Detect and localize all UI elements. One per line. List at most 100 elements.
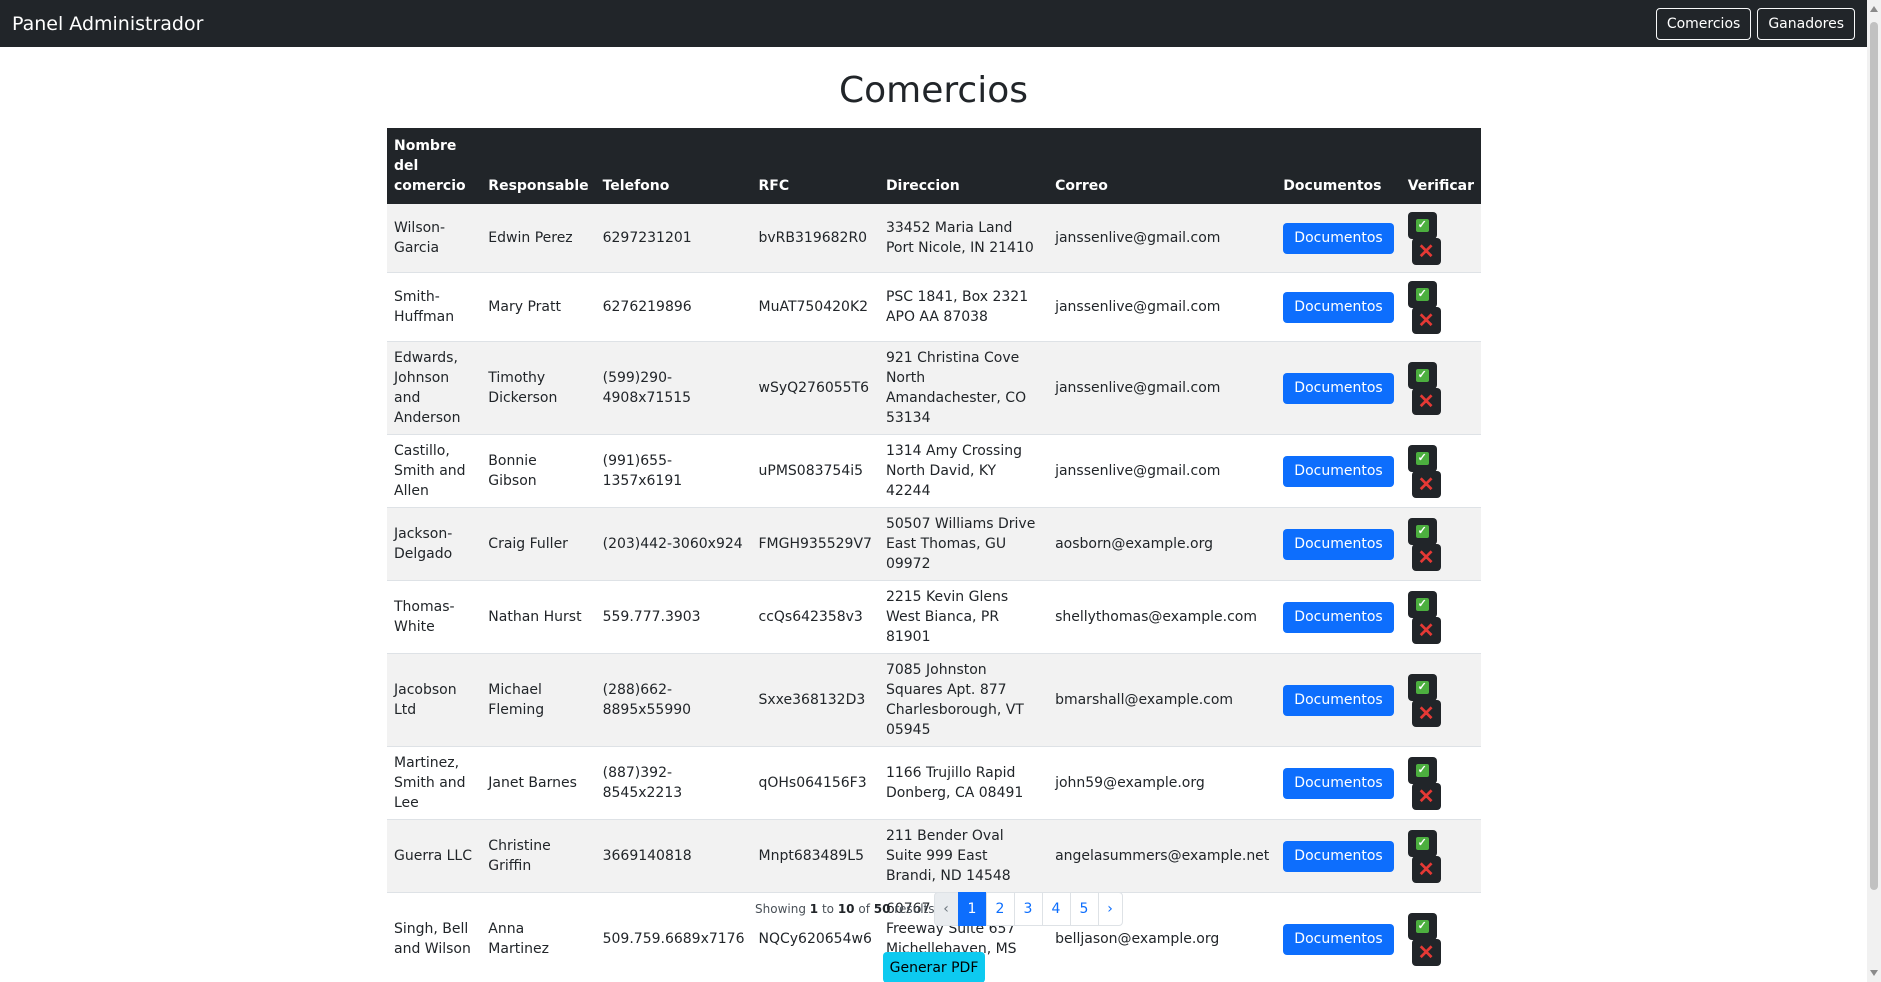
cell-correo: aosborn@example.org [1055,536,1214,552]
reject-button[interactable]: ✕ [1411,471,1441,498]
page-5-button[interactable]: 5 [1069,892,1099,926]
cell-verificar: ✓ ✕ [1401,654,1481,747]
cell-correo: janssenlive@gmail.com [1055,463,1221,479]
cell-rfc: FMGH935529V7 [758,536,872,552]
cell-correo: bmarshall@example.com [1055,692,1234,708]
verify-actions: ✓ ✕ [1407,672,1448,728]
cell-correo: janssenlive@gmail.com [1055,380,1221,396]
comercios-table: Nombre del comercio Responsable Telefono… [387,128,1481,982]
approve-button[interactable]: ✓ [1407,674,1437,701]
documentos-button[interactable]: Documentos [1283,372,1394,404]
verify-actions: ✓ ✕ [1407,589,1448,645]
approve-button[interactable]: ✓ [1407,281,1437,308]
documentos-button[interactable]: Documentos [1283,222,1394,254]
approve-button[interactable]: ✓ [1407,830,1437,857]
cell-telefono: (203)442-3060x924 [602,536,743,552]
cell-verificar: ✓ ✕ [1401,273,1481,342]
cell-responsable: Craig Fuller [488,536,568,552]
page-3-button[interactable]: 3 [1013,892,1043,926]
reject-button[interactable]: ✕ [1411,939,1441,966]
approve-button[interactable]: ✓ [1407,913,1437,940]
cell-direccion: 7085 Johnston Squares Apt. 877 Charlesbo… [885,662,1024,738]
nav-comercios-button[interactable]: Comercios [1655,7,1752,40]
cell-verificar: ✓ ✕ [1401,508,1481,581]
documentos-button[interactable]: Documentos [1283,767,1394,799]
cross-mark-icon: ✕ [1417,941,1435,964]
cell-rfc: uPMS083754i5 [758,463,864,479]
table-row: Jacobson Ltd Michael Fleming (288)662-8895… [387,653,1481,747]
cell-direccion: 50507 Williams Drive East Thomas, GU 099… [885,516,1036,572]
documentos-button[interactable]: Documentos [1283,601,1394,633]
verify-actions: ✓ ✕ [1407,210,1448,266]
scroll-up-arrow-icon[interactable] [1870,6,1878,12]
cell-rfc: Mnpt683489L5 [758,848,864,864]
page-list: ‹ 1 2 3 4 5 › [933,892,1123,926]
header-direccion: Direccion [885,178,960,194]
cross-mark-icon: ✕ [1417,619,1435,642]
cell-nombre: Wilson-Garcia [394,220,446,256]
scroll-thumb[interactable] [1870,22,1878,890]
reject-button[interactable]: ✕ [1411,700,1441,727]
cross-mark-icon: ✕ [1417,546,1435,569]
documentos-button[interactable]: Documentos [1283,840,1394,872]
cross-mark-icon: ✕ [1417,785,1435,808]
cell-telefono: (288)662-8895x55990 [602,682,692,718]
navbar-brand[interactable]: Panel Administrador [12,13,203,35]
approve-button[interactable]: ✓ [1407,518,1437,545]
page-prev-button[interactable]: ‹ [933,892,959,926]
page-next-button[interactable]: › [1097,892,1123,926]
reject-button[interactable]: ✕ [1411,856,1441,883]
approve-button[interactable]: ✓ [1407,591,1437,618]
cell-correo: john59@example.org [1055,775,1205,791]
documentos-button[interactable]: Documentos [1283,291,1394,323]
page-1-button[interactable]: 1 [957,892,987,926]
cell-rfc: wSyQ276055T6 [758,380,870,396]
check-mark-icon: ✓ [1415,764,1429,777]
check-mark-icon: ✓ [1415,920,1429,933]
table-row: Smith-Huffman Mary Pratt 6276219896 MuAT750… [387,272,1481,342]
reject-button[interactable]: ✕ [1411,388,1441,415]
check-mark-icon: ✓ [1415,681,1429,694]
cell-direccion: 921 Christina Cove North Amandachester, … [885,350,1027,426]
documentos-button[interactable]: Documentos [1283,455,1394,487]
page-2-button[interactable]: 2 [985,892,1015,926]
header-documentos: Documentos [1283,178,1382,194]
cell-rfc: MuAT750420K2 [758,299,869,315]
documentos-button[interactable]: Documentos [1283,923,1394,955]
scroll-down-arrow-icon[interactable] [1870,970,1878,976]
generar-pdf-button[interactable]: Generar PDF [883,952,985,982]
page-4-button[interactable]: 4 [1041,892,1071,926]
cell-telefono: 509.759.6689x7176 [602,931,745,947]
reject-button[interactable]: ✕ [1411,238,1441,265]
reject-button[interactable]: ✕ [1411,544,1441,571]
approve-button[interactable]: ✓ [1407,212,1437,239]
cell-telefono: (599)290-4908x71515 [602,370,692,406]
header-nombre: Nombre del comercio [394,138,466,194]
reject-button[interactable]: ✕ [1411,307,1441,334]
cell-verificar: ✓ ✕ [1401,435,1481,508]
reject-button[interactable]: ✕ [1411,783,1441,810]
cell-direccion: 1166 Trujillo Rapid Donberg, CA 08491 [885,765,1024,801]
cell-telefono: 6297231201 [602,230,692,246]
verify-actions: ✓ ✕ [1407,443,1448,499]
documentos-button[interactable]: Documentos [1283,684,1394,716]
verify-actions: ✓ ✕ [1407,755,1448,811]
cell-verificar: ✓ ✕ [1401,893,1481,982]
reject-button[interactable]: ✕ [1411,617,1441,644]
documentos-button[interactable]: Documentos [1283,528,1394,560]
check-mark-icon: ✓ [1415,288,1429,301]
table-row: Wilson-Garcia Edwin Perez 6297231201 bvRB31… [387,204,1481,273]
vertical-scrollbar[interactable] [1867,0,1881,982]
cell-nombre: Smith-Huffman [394,289,455,325]
cell-rfc: qOHs064156F3 [758,775,867,791]
cell-nombre: Jackson-Delgado [394,526,453,562]
cell-telefono: 559.777.3903 [602,609,701,625]
verify-actions: ✓ ✕ [1407,279,1448,335]
approve-button[interactable]: ✓ [1407,445,1437,472]
cell-direccion: 1314 Amy Crossing North David, KY 42244 [885,443,1022,499]
approve-button[interactable]: ✓ [1407,757,1437,784]
nav-ganadores-button[interactable]: Ganadores [1757,7,1855,40]
cell-nombre: Jacobson Ltd [394,682,457,718]
cell-responsable: Nathan Hurst [488,609,582,625]
approve-button[interactable]: ✓ [1407,362,1437,389]
